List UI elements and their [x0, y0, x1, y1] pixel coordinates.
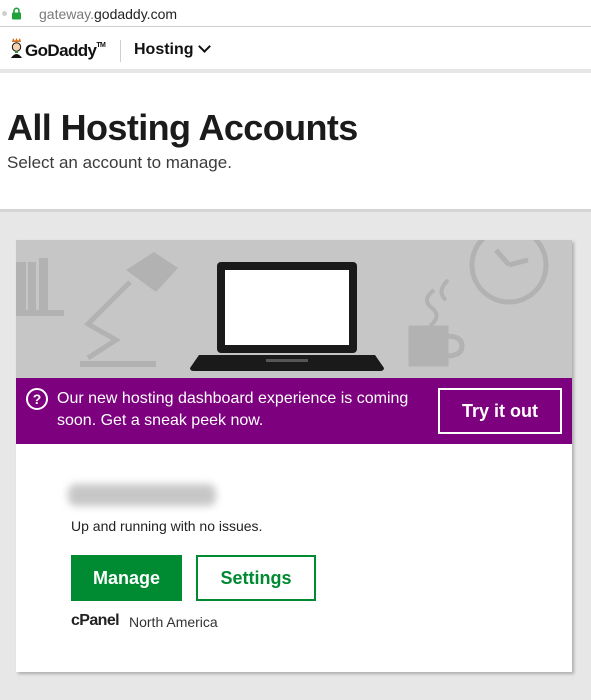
help-icon: ?: [26, 388, 48, 410]
brand-wordmark: GoDaddyTM: [25, 41, 106, 60]
account-status: Up and running with no issues.: [71, 518, 263, 534]
promo-message: Our new hosting dashboard experience is …: [57, 390, 409, 429]
try-it-out-button[interactable]: Try it out: [438, 388, 562, 434]
desk-scene-illustration: [16, 240, 549, 371]
coffee-mug-icon: [408, 325, 465, 367]
hosting-menu-label: Hosting: [134, 41, 194, 58]
cpanel-logo: cPanel: [71, 612, 120, 629]
page-subtitle: Select an account to manage.: [7, 153, 232, 172]
laptop-icon: [190, 262, 384, 371]
godaddy-logo[interactable]: GoDaddyTM: [8, 36, 112, 64]
desk-lamp-icon: [80, 280, 156, 367]
page-title: All Hosting Accounts: [7, 107, 358, 148]
wall-clock-icon: [469, 240, 549, 305]
books-icon: [16, 258, 64, 316]
nav-divider: [120, 40, 121, 62]
promo-banner: ? Our new hosting dashboard experience i…: [16, 378, 572, 444]
chevron-down-icon: [197, 40, 211, 53]
top-nav: GoDaddyTM Hosting: [0, 27, 591, 73]
account-region: North America: [129, 614, 218, 630]
manage-button[interactable]: Manage: [71, 555, 182, 601]
address-bar[interactable]: gateway.godaddy.com: [0, 0, 591, 27]
hero-illustration: [16, 240, 572, 378]
lock-icon: [12, 7, 21, 20]
lamp-shade: [126, 252, 178, 292]
hosting-account-card: ? Our new hosting dashboard experience i…: [16, 240, 572, 672]
account-name-blurred: [68, 484, 216, 506]
steam-icon: [425, 278, 450, 328]
url-text[interactable]: gateway.godaddy.com: [39, 6, 177, 22]
page-info-dot: [2, 11, 7, 16]
guy-logo-icon: [11, 38, 22, 58]
hosting-menu-dropdown[interactable]: Hosting: [134, 40, 211, 59]
settings-button[interactable]: Settings: [196, 555, 316, 601]
